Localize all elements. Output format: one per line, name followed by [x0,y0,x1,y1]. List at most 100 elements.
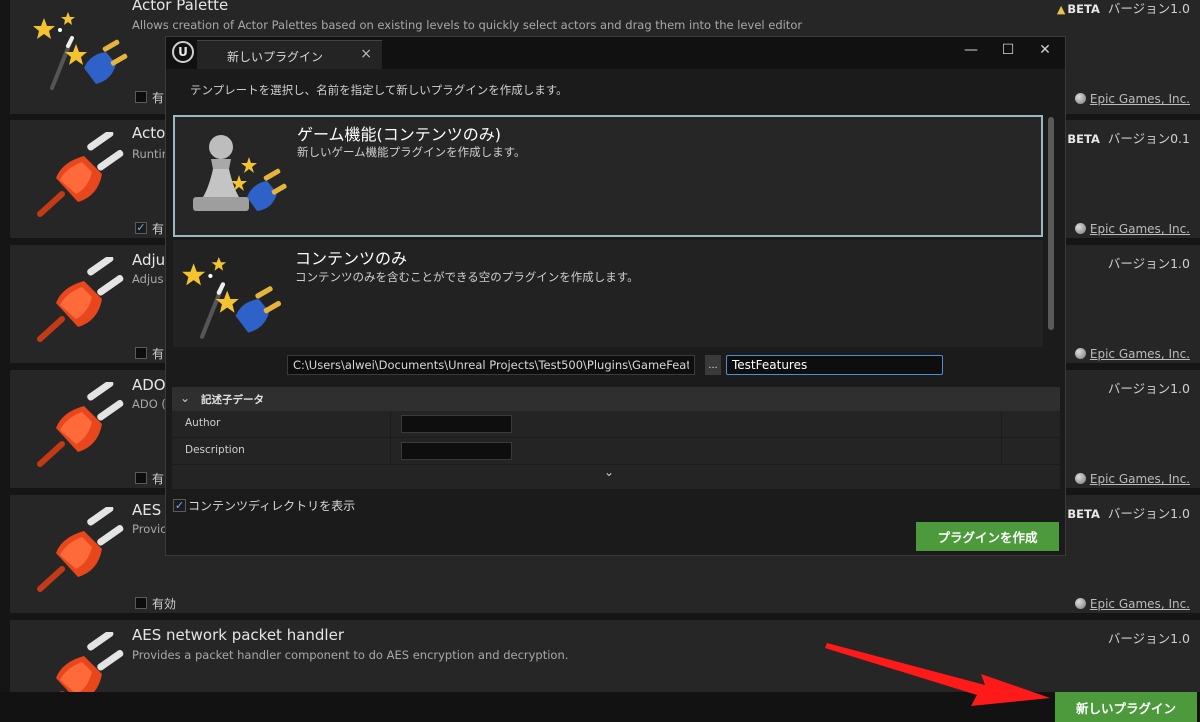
property-label: Description [185,444,245,456]
description-field[interactable] [401,442,512,460]
magic-wand-plug-icon [32,8,132,94]
plugin-version: バージョン1.0 [1108,628,1190,647]
plugin-version-label: バージョン0.1 [1107,131,1190,146]
descriptor-header[interactable]: ⌄ 記述子データ [172,387,1060,411]
template-game-feature[interactable]: ゲーム機能(コンテンツのみ) 新しいゲーム機能プラグインを作成します。 [173,115,1043,237]
plugin-description: Runtin [132,147,170,161]
show-content-dir-checkbox[interactable]: ✓ [173,499,186,512]
plugin-version: BETA バージョン1.0 [1067,503,1190,522]
plugin-name: Actor Palette [132,0,229,14]
warning-icon: ▲ [1056,3,1066,16]
vendor-label: Epic Games, Inc. [1089,597,1190,611]
plugin-description: Provic [132,522,167,536]
plugin-version: BETA バージョン0.1 [1067,128,1190,147]
beta-badge: BETA [1067,2,1100,16]
plugin-enabled-checkbox[interactable]: ✓ [135,222,147,234]
plugin-enabled-label: 有 [152,222,165,236]
plugin-path-input[interactable] [287,355,695,375]
plugin-enabled-label: 有効 [152,597,177,611]
plugin-enabled-checkbox[interactable] [135,472,147,484]
title-bar[interactable]: U 新しいプラグイン × — ☐ ✕ [166,37,1065,69]
plugin-enabled-label: 有 [152,91,165,105]
red-plug-icon [32,132,132,218]
template-scrollbar[interactable] [1048,117,1054,330]
globe-icon [1074,223,1086,234]
vendor-link[interactable]: Epic Games, Inc. [1074,347,1190,361]
plugin-enabled-checkbox[interactable] [135,91,147,103]
descriptor-details-panel: ⌄ 記述子データ Author Description ⌄ [172,387,1060,489]
dialog-intro: テンプレートを選択し、名前を指定して新しいプラグインを作成します。 [190,83,568,97]
plugin-description: Adjus [132,272,164,286]
column-divider [390,438,391,464]
tab-close-icon[interactable]: × [360,46,372,62]
globe-icon [1074,348,1086,359]
plugin-version: バージョン1.0 [1108,253,1190,272]
plugin-name: AES network packet handler [132,626,344,644]
plugin-enabled-label: 有 [152,472,165,486]
column-divider [390,411,391,437]
property-row-author: Author [172,411,1060,438]
vendor-link[interactable]: Epic Games, Inc. [1074,597,1190,611]
template-description: 新しいゲーム機能プラグインを作成します。 [297,145,526,159]
template-description: コンテンツのみを含むことができる空のプラグインを作成します。 [295,270,639,284]
globe-icon [1074,473,1086,484]
plugin-enabled-checkbox[interactable] [135,597,147,609]
plugin-description: ADO ( [132,397,166,411]
new-plugin-dialog: U 新しいプラグイン × — ☐ ✕ テンプレートを選択し、名前を指定して新しい… [165,36,1066,556]
plugin-version: バージョン1.0 [1108,378,1190,397]
globe-icon [1074,93,1086,104]
template-content-only[interactable]: コンテンツのみ コンテンツのみを含むことができる空のプラグインを作成します。 [173,240,1043,347]
plugin-name-input[interactable] [726,355,943,375]
column-divider [1001,438,1002,464]
plugin-enabled-checkbox[interactable] [135,347,147,359]
vendor-label: Epic Games, Inc. [1089,222,1190,236]
vendor-link[interactable]: Epic Games, Inc. [1074,222,1190,236]
plugin-version: ▲ BETA バージョン1.0 [1057,0,1190,17]
tab-new-plugin[interactable]: 新しいプラグイン × [197,40,382,69]
show-content-dir-label: コンテンツディレクトリを表示 [188,499,356,513]
template-name: ゲーム機能(コンテンツのみ) [297,125,502,144]
vendor-link[interactable]: Epic Games, Inc. [1074,92,1190,106]
pawn-plug-icon [183,125,288,225]
vendor-link[interactable]: Epic Games, Inc. [1074,472,1190,486]
red-plug-icon [32,507,132,593]
bottom-bar [0,692,1200,722]
unreal-logo-icon: U [172,41,194,63]
create-plugin-button[interactable]: プラグインを作成 [916,522,1059,551]
property-row-description: Description [172,438,1060,465]
beta-badge: BETA [1067,507,1100,521]
descriptor-title: 記述子データ [201,394,264,406]
plugin-version-label: バージョン1.0 [1107,1,1190,16]
plugin-name: Acto [132,124,166,142]
property-label: Author [185,417,221,429]
expand-more-chevron-icon[interactable]: ⌄ [604,465,614,479]
tab-title: 新しいプラグイン [227,50,324,64]
new-plugin-button[interactable]: 新しいプラグイン [1055,692,1197,722]
template-list: ゲーム機能(コンテンツのみ) 新しいゲーム機能プラグインを作成します。 コンテン… [173,115,1045,347]
beta-badge: BETA [1067,132,1100,146]
column-divider [1001,411,1002,437]
plugin-name: AES [132,501,162,519]
plugin-name: ADO [132,376,166,394]
vendor-label: Epic Games, Inc. [1089,92,1190,106]
red-plug-icon [32,382,132,468]
close-icon[interactable]: ✕ [1035,42,1055,58]
plugin-description: Allows creation of Actor Palettes based … [132,18,803,32]
maximize-icon[interactable]: ☐ [998,42,1018,58]
browse-button[interactable]: ... [705,355,721,375]
plugin-version-label: バージョン1.0 [1107,256,1190,271]
plugin-version-label: バージョン1.0 [1107,631,1190,646]
vendor-label: Epic Games, Inc. [1089,472,1190,486]
template-name: コンテンツのみ [295,249,408,268]
plugin-description: Provides a packet handler component to d… [132,648,569,662]
plugin-card[interactable]: AES network packet handler Provides a pa… [10,620,1200,692]
globe-icon [1074,598,1086,609]
red-plug-icon [32,257,132,343]
minimize-icon[interactable]: — [961,42,981,58]
vendor-label: Epic Games, Inc. [1089,347,1190,361]
plugin-name: Adju [132,251,166,269]
magic-wand-plug-icon [181,248,286,347]
author-field[interactable] [401,415,512,433]
chevron-down-icon: ⌄ [180,391,191,405]
red-plug-icon [32,632,132,692]
